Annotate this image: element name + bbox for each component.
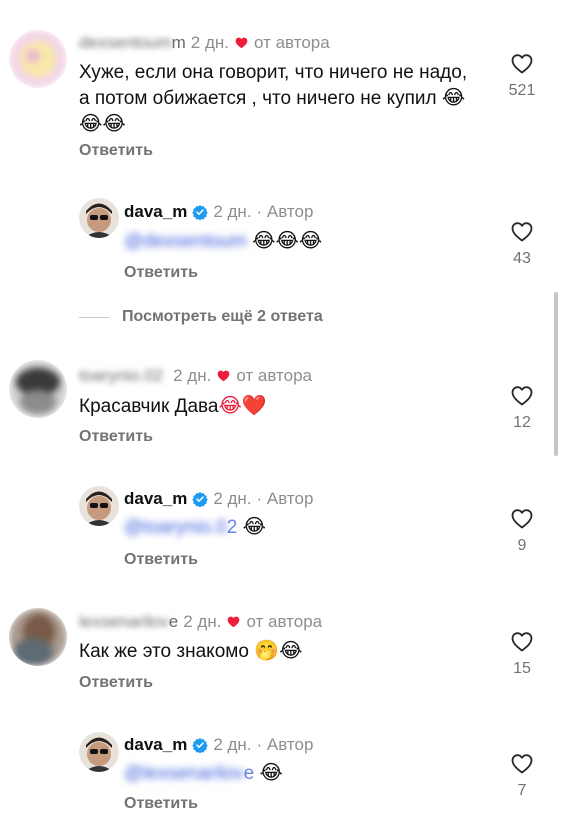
verified-badge-icon	[192, 204, 208, 220]
timestamp: 2 дн.	[213, 735, 252, 754]
username[interactable]: dava_m	[124, 735, 187, 755]
avatar[interactable]	[79, 486, 119, 526]
reply-button[interactable]: Ответить	[124, 551, 198, 569]
author-liked-label: от автора	[254, 33, 330, 52]
reply-button[interactable]: Ответить	[124, 795, 198, 813]
view-more-replies[interactable]: Посмотреть ещё 2 ответа	[122, 308, 323, 326]
comment-meta: dava_m 2 дн. · Автор	[124, 735, 313, 755]
heart-outline-icon[interactable]	[510, 384, 534, 408]
like-count: 7	[517, 782, 527, 799]
timestamp: 2 дн.	[213, 202, 252, 221]
like-button[interactable]: 43	[500, 220, 544, 268]
mention-link[interactable]: @dexsentoum	[124, 231, 247, 252]
scrollbar[interactable]	[554, 292, 558, 456]
comment-meta: lexsenarilov e 2 дн. от автора	[79, 612, 322, 632]
timestamp: 2 дн.	[190, 33, 230, 52]
heart-outline-icon[interactable]	[510, 52, 534, 76]
comment-text-content: Как же это знакомо	[79, 641, 249, 662]
avatar[interactable]	[79, 198, 119, 238]
reply-button[interactable]: Ответить	[79, 674, 153, 692]
comment-emoji: 😂	[242, 514, 266, 538]
red-heart-icon	[216, 369, 231, 383]
comment-text: Хуже, если она говорит, что ничего не на…	[79, 60, 479, 137]
comment-meta: dexsentoum m 2 дн. от автора	[79, 33, 330, 53]
like-count: 9	[517, 537, 527, 554]
mention-link[interactable]: @toarynio.0	[124, 517, 227, 538]
comment-text: @dexsentoum 😂😂😂	[124, 228, 322, 254]
comment-text-content: Красавчик Дава	[79, 396, 219, 417]
timestamp: 2 дн.	[213, 489, 252, 508]
comment-text: @toarynio.02 😂	[124, 514, 266, 540]
heart-outline-icon[interactable]	[510, 507, 534, 531]
timestamp: 2 дн.	[183, 612, 222, 631]
heart-outline-icon[interactable]	[510, 752, 534, 776]
comment-text: Красавчик Дава😂❤️	[79, 393, 267, 419]
red-heart-icon	[234, 36, 249, 50]
comment-meta: toarynio.02 2 дн. от автора	[79, 366, 312, 386]
username[interactable]: e	[169, 612, 178, 632]
reply-button[interactable]: Ответить	[79, 428, 153, 446]
reply-button[interactable]: Ответить	[79, 142, 153, 160]
comment-meta: dava_m 2 дн. · Автор	[124, 489, 313, 509]
comment-emoji: 😂😂😂	[252, 228, 323, 252]
like-button[interactable]: 15	[500, 630, 544, 678]
mention-tail: 2	[226, 517, 238, 538]
like-button[interactable]: 9	[500, 507, 544, 555]
username-blurred: lexsenarilov	[79, 612, 169, 631]
comment-emoji: 😂	[259, 760, 283, 784]
username[interactable]: m	[172, 33, 186, 53]
comment-emoji: 🤭😂	[254, 638, 303, 662]
comment-emoji: 😂❤️	[218, 393, 267, 417]
like-count: 521	[508, 82, 536, 99]
avatar[interactable]	[9, 608, 67, 666]
author-liked-label: от автора	[246, 612, 323, 631]
username[interactable]: dava_m	[124, 202, 187, 222]
author-liked-label: от автора	[236, 366, 313, 385]
heart-outline-icon[interactable]	[510, 220, 534, 244]
reply-button[interactable]: Ответить	[124, 264, 198, 282]
like-button[interactable]: 7	[500, 752, 544, 800]
like-button[interactable]: 521	[500, 52, 544, 100]
mention-link[interactable]: @lexsenarilov	[124, 763, 244, 784]
comment-text-content: Хуже, если она говорит, что ничего не на…	[79, 62, 468, 109]
username-blurred: toarynio.02	[79, 366, 164, 385]
verified-badge-icon	[192, 491, 208, 507]
comment-text: @lexsenarilove 😂	[124, 760, 283, 786]
like-count: 15	[513, 660, 531, 677]
mention-tail: e	[243, 763, 255, 784]
like-count: 43	[513, 250, 531, 267]
comment-text: Как же это знакомо 🤭😂	[79, 638, 302, 664]
author-tag: · Автор	[256, 735, 314, 754]
like-button[interactable]: 12	[500, 384, 544, 432]
heart-outline-icon[interactable]	[510, 630, 534, 654]
comment-meta: dava_m 2 дн. · Автор	[124, 202, 313, 222]
verified-badge-icon	[192, 737, 208, 753]
avatar[interactable]	[9, 30, 67, 88]
like-count: 12	[513, 414, 531, 431]
author-tag: · Автор	[256, 202, 314, 221]
divider-line	[79, 317, 109, 318]
avatar[interactable]	[79, 732, 119, 772]
author-tag: · Автор	[256, 489, 314, 508]
username-blurred: dexsentoum	[79, 33, 172, 52]
username[interactable]: dava_m	[124, 489, 187, 509]
red-heart-icon	[226, 615, 241, 629]
timestamp: 2 дн.	[173, 366, 212, 385]
avatar[interactable]	[9, 360, 67, 418]
